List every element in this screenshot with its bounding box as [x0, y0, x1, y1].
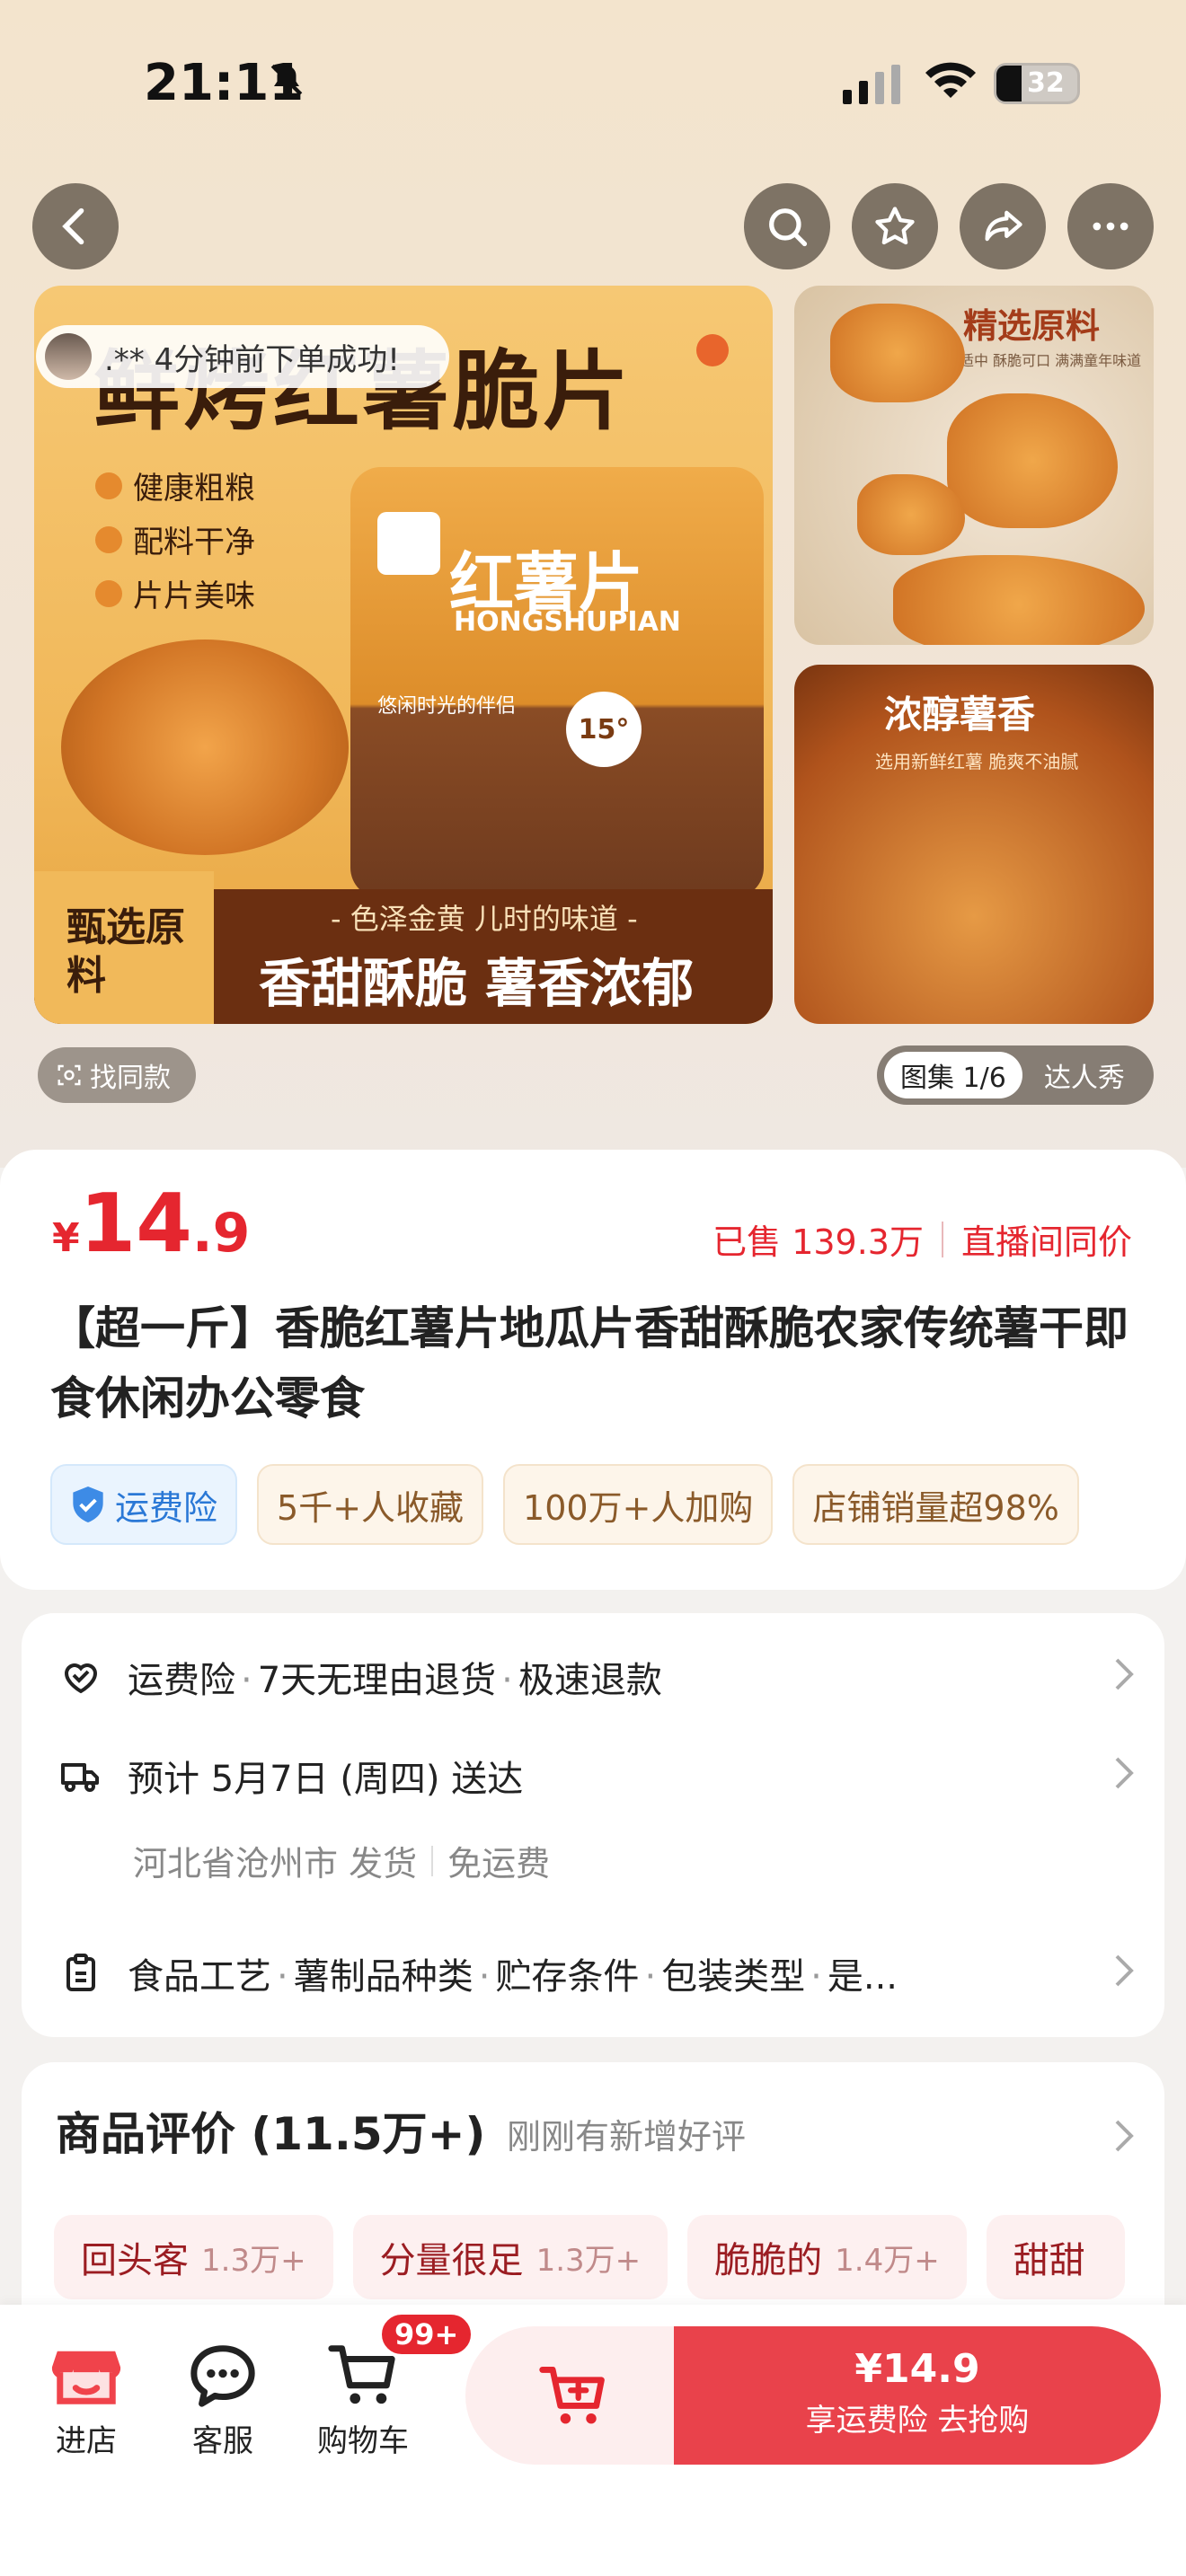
chevron-right-icon — [1115, 1757, 1134, 1789]
reviews-subtitle: 刚刚有新增好评 — [507, 2117, 747, 2157]
chat-service-icon — [190, 2345, 255, 2407]
reviews-card[interactable]: 商品评价 (11.5万+) 刚刚有新增好评 回头客 1.3万+ 分量很足 1.3万+… — [22, 2062, 1164, 2332]
chevron-right-icon — [1115, 1954, 1134, 1987]
feature-1: 健康粗粮 — [95, 463, 255, 507]
back-button[interactable] — [32, 183, 119, 269]
sold-count: 已售 139.3万 — [712, 1222, 924, 1262]
more-button[interactable] — [1067, 183, 1154, 269]
clipboard-icon — [66, 1954, 95, 1991]
buyer-show-tab[interactable]: 达人秀 — [1044, 1055, 1125, 1095]
store-icon — [51, 2351, 121, 2404]
tag-favorites[interactable]: 5千+人收藏 — [257, 1464, 484, 1545]
gallery-tab[interactable]: 图集 1/6 — [884, 1052, 1022, 1098]
delivery-row[interactable]: 预计 5月7日 (周四) 送达 — [59, 1750, 523, 1802]
buyer-avatar — [45, 333, 92, 380]
shipping-details: 河北省沧州市 发货 免运费 — [133, 1844, 551, 1883]
truck-icon — [61, 1763, 99, 1792]
feature-2: 配料干净 — [95, 517, 255, 561]
heart-guarantee-icon — [64, 1663, 98, 1694]
chips-bowl-image — [61, 640, 349, 855]
chevron-right-icon — [1115, 1658, 1134, 1690]
add-cart-icon — [539, 2366, 605, 2424]
brand-logo — [377, 512, 440, 575]
battery-level: 32 — [1027, 67, 1065, 99]
silent-bell-icon — [270, 64, 303, 96]
feature-3: 片片美味 — [95, 571, 255, 615]
cart-count-badge: 99+ — [379, 2312, 474, 2357]
more-icon — [1093, 222, 1128, 231]
cellular-signal-icon — [843, 65, 900, 104]
tag-store-sales[interactable]: 店铺销量超98% — [792, 1464, 1079, 1545]
share-icon — [985, 210, 1022, 242]
share-button[interactable] — [960, 183, 1046, 269]
buy-price: ¥14.9 — [854, 2346, 980, 2392]
find-similar-button[interactable]: 找同款 — [38, 1047, 196, 1103]
status-bar: 21:11 32 — [0, 45, 1186, 126]
tag-shipping-insurance[interactable]: 运费险 — [50, 1464, 238, 1545]
thumbnail-2[interactable]: 浓醇薯香 选用新鲜红薯 脆爽不油腻 — [794, 665, 1154, 1024]
battery-icon: 32 — [994, 63, 1080, 104]
image-banner: 甄选原料 - 色泽金黄 儿时的味道 - 香甜酥脆 薯香浓郁 — [34, 871, 773, 1024]
quality-seal: 15° — [566, 692, 642, 767]
reviews-title: 商品评价 (11.5万+) — [56, 2108, 486, 2160]
product-bag-image: 红薯片 HONGSHUPIAN 悠闲时光的伴侣 15° — [350, 467, 764, 898]
review-tag[interactable]: 脆脆的 1.4万+ — [687, 2215, 967, 2299]
review-tag[interactable]: 回头客 1.3万+ — [54, 2215, 333, 2299]
buy-now-button[interactable]: ¥14.9 享运费险 去抢购 — [674, 2326, 1161, 2465]
product-header-area: 21:11 32 鲜烤红薯脆片 健康粗粮 配料干净 片片美味 红薯片 HONGS… — [0, 0, 1186, 1168]
main-product-image[interactable]: 鲜烤红薯脆片 健康粗粮 配料干净 片片美味 红薯片 HONGSHUPIAN 悠闲… — [34, 286, 773, 1024]
cart-button[interactable]: 购物车 — [300, 2341, 426, 2460]
chevron-right-icon — [1115, 2120, 1134, 2152]
add-to-cart-button[interactable] — [465, 2326, 681, 2465]
scan-icon — [58, 1064, 81, 1086]
tag-add-to-cart-count[interactable]: 100万+人加购 — [503, 1464, 774, 1545]
shield-check-icon — [73, 1486, 103, 1522]
star-icon — [875, 207, 915, 245]
search-icon — [769, 208, 808, 247]
thumbnail-1[interactable]: 精选原料 入口甜度适中 酥脆可口 满满童年味道 — [794, 286, 1154, 645]
shop-button[interactable]: 进店 — [23, 2341, 149, 2460]
review-tag[interactable]: 甜甜 — [986, 2215, 1125, 2299]
buy-label: 享运费险 去抢购 — [805, 2403, 1030, 2439]
product-tags: 运费险 5千+人收藏 100万+人加购 店铺销量超98% — [50, 1464, 1137, 1548]
product-info-card: ¥14.9 已售 139.3万 直播间同价 【超一斤】香脆红薯片地瓜片香甜酥脆农… — [0, 1150, 1186, 1590]
guarantee-row[interactable]: 运费险 · 7天无理由退货 · 极速退款 — [59, 1651, 662, 1703]
product-title: 【超一斤】香脆红薯片地瓜片香甜酥脆农家传统薯干即食休闲办公零食 — [50, 1302, 1128, 1425]
review-tags: 回头客 1.3万+ 分量很足 1.3万+ 脆脆的 1.4万+ 甜甜 — [54, 2215, 1168, 2301]
recent-order-toast: .** 4分钟前下单成功! — [36, 325, 449, 388]
product-detail-page: 21:11 32 鲜烤红薯脆片 健康粗粮 配料干净 片片美味 红薯片 HONGS… — [0, 0, 1186, 2576]
chevron-left-icon — [62, 207, 84, 245]
live-same-price: 直播间同价 — [960, 1222, 1132, 1262]
review-tag[interactable]: 分量很足 1.3万+ — [352, 2215, 668, 2299]
decor-dot — [696, 334, 729, 366]
favorite-button[interactable] — [852, 183, 938, 269]
customer-service-button[interactable]: 客服 — [160, 2341, 286, 2460]
service-card: 运费险 · 7天无理由退货 · 极速退款 预计 5月7日 (周四) 送达 河北省沧州市 … — [22, 1613, 1164, 2037]
params-row[interactable]: 食品工艺 · 薯制品种类 · 贮存条件 · 包装类型 · 是... — [59, 1947, 898, 1999]
sales-info: 已售 139.3万 直播间同价 — [712, 1214, 1132, 1264]
product-price: ¥14.9 — [52, 1177, 251, 1271]
wifi-icon — [925, 62, 976, 98]
search-button[interactable] — [744, 183, 830, 269]
gallery-switcher: 图集 1/6 达人秀 — [877, 1045, 1154, 1105]
